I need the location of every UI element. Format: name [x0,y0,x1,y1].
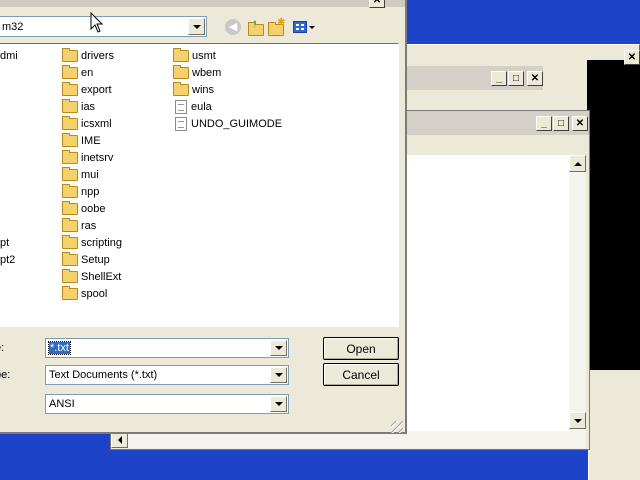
folder-icon [62,48,78,62]
folder-icon [62,218,78,232]
dropdown-arrow-icon[interactable] [270,340,287,356]
folder-icon [173,82,189,96]
folder-icon [62,269,78,283]
console-window [587,60,640,370]
vertical-scrollbar[interactable] [569,155,586,431]
close-button[interactable]: ✕ [369,0,385,8]
filetype-combobox[interactable]: Text Documents (*.txt) [45,365,289,385]
list-item[interactable]: scripting [62,235,122,251]
background-window-right-caption: ✕ [598,50,640,70]
maximize-button[interactable]: □ [508,71,524,86]
background-window-middle: _ □ ✕ [395,66,543,90]
cancel-button[interactable]: Cancel [323,363,399,386]
folder-icon [62,116,78,130]
close-button[interactable]: ✕ [572,116,588,131]
list-item[interactable]: drivers [62,48,114,64]
list-item[interactable]: wins [173,82,214,98]
folder-icon [62,99,78,113]
list-item[interactable]: IME [62,133,101,149]
dropdown-arrow-icon[interactable] [188,18,205,35]
folder-icon [62,65,78,79]
list-item[interactable]: export [62,82,112,98]
file-icon [175,117,187,131]
folder-icon [62,184,78,198]
list-item[interactable]: usmt [173,48,216,64]
file-list[interactable]: dmi pt pt2 drivers en export ias icsxml IME in… [0,43,399,327]
views-menu-icon [293,21,307,33]
close-button[interactable]: ✕ [527,71,543,86]
filetype-value: Text Documents (*.txt) [49,369,158,381]
lookin-value: m32 [2,20,24,33]
folder-icon [62,167,78,181]
new-folder-button[interactable]: ✱ [267,17,285,36]
list-item[interactable]: wbem [173,65,221,81]
list-item[interactable]: pt2 [0,252,15,268]
back-button[interactable]: ◀ [225,19,241,35]
mouse-cursor-icon [90,12,104,33]
filename-value: *.txt [48,341,71,355]
folder-icon [173,65,189,79]
encoding-value: ANSI [49,398,75,410]
filetype-label: pe: [0,369,11,381]
back-icon: ◀ [228,20,238,33]
list-item[interactable]: ShellExt [62,269,121,285]
list-item[interactable]: icsxml [62,116,112,132]
list-item[interactable]: inetsrv [62,150,113,166]
filename-label: e: [0,342,5,354]
file-icon [175,100,187,114]
maximize-button[interactable]: □ [553,116,569,131]
folder-icon [62,201,78,215]
encoding-combobox[interactable]: ANSI [45,394,289,414]
open-button[interactable]: Open [323,337,399,360]
scroll-down-button[interactable] [569,412,586,429]
close-button[interactable]: ✕ [624,50,640,65]
folder-icon [62,286,78,300]
list-item[interactable]: eula [173,99,212,115]
list-item[interactable]: Setup [62,252,110,268]
list-item[interactable]: en [62,65,93,81]
open-dialog: ✕ m32 ◀ ↑ ✱ dmi pt pt2 drivers en export ia… [0,0,407,434]
folder-icon [62,235,78,249]
minimize-button[interactable]: _ [491,71,507,86]
list-item[interactable]: mui [62,167,99,183]
minimize-button[interactable]: _ [536,116,552,131]
dropdown-arrow-icon[interactable] [270,396,287,412]
folder-icon [62,82,78,96]
list-item[interactable]: dmi [0,48,18,64]
list-item[interactable]: spool [62,286,107,302]
up-folder-button[interactable]: ↑ [246,16,264,36]
folder-icon [173,48,189,62]
resize-grip[interactable] [391,421,403,433]
folder-icon [62,150,78,164]
list-item[interactable]: oobe [62,201,105,217]
list-item[interactable]: UNDO_GUIMODE [173,116,282,132]
folder-icon [62,133,78,147]
console-scroll-area [588,370,640,480]
scroll-up-button[interactable] [569,155,586,172]
list-item[interactable]: npp [62,184,99,200]
dialog-titlebar: ✕ [0,0,405,8]
list-item[interactable]: ras [62,218,96,234]
dropdown-arrow-icon[interactable] [270,367,287,383]
list-item[interactable]: ias [62,99,95,115]
views-menu-button[interactable] [293,19,317,35]
folder-icon [62,252,78,266]
filename-combobox[interactable]: *.txt [45,338,289,358]
list-item[interactable]: pt [0,235,9,251]
